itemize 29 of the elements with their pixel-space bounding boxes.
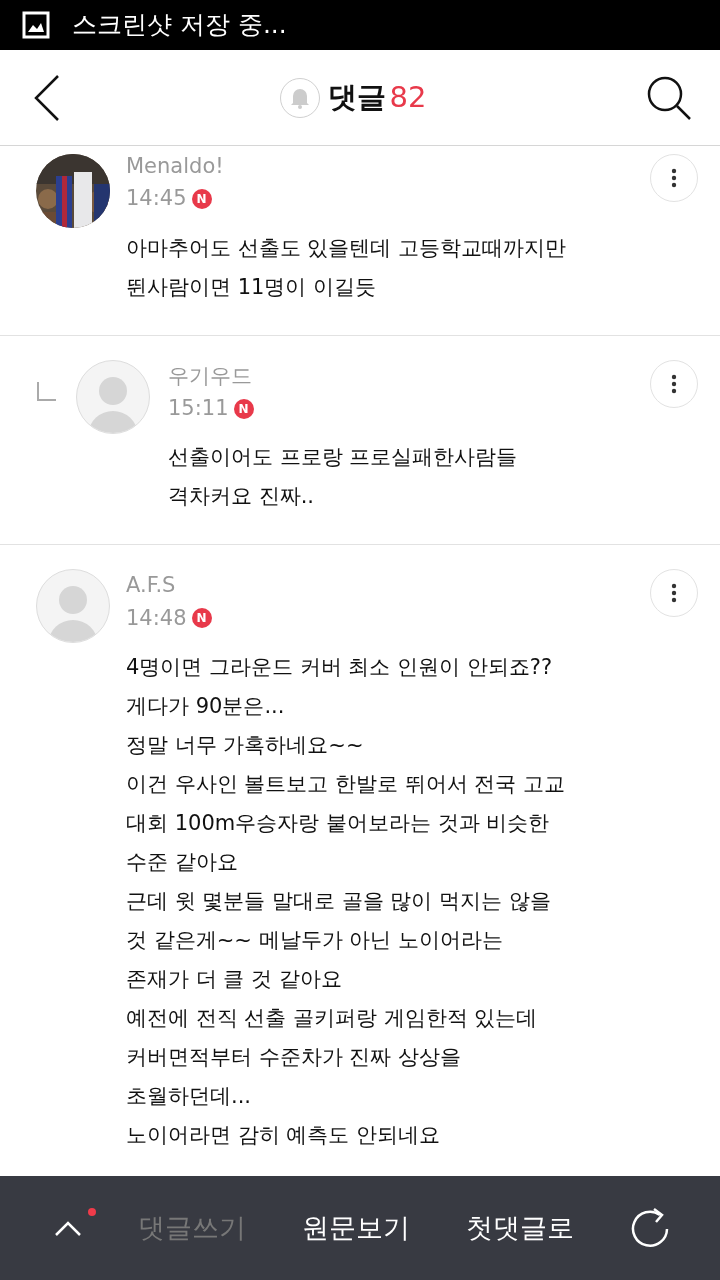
more-icon[interactable] (671, 373, 677, 394)
back-icon[interactable] (34, 73, 60, 122)
comment-text: 아마추어도 선출도 있을텐데 고등학교때까지만 뛴사람이면 11명이 이길듯 (126, 234, 568, 301)
reply-icon (36, 379, 58, 402)
user-name: A.F.S (126, 573, 177, 599)
more-button[interactable] (650, 359, 698, 408)
more-button[interactable] (650, 154, 698, 202)
notification-text: 스크린샷 저장 중... (72, 9, 287, 42)
comment-time: 14:45 (126, 185, 187, 213)
more-button[interactable] (650, 569, 698, 618)
new-badge: N (233, 398, 254, 419)
comment-time: 14:48 (126, 604, 187, 632)
comment-text: 4명이면 그라운드 커버 최소 인원이 안되죠?? 게다가 90분은... 정말 너무 가혹하네요~~ 이건 우사인 볼트보고 한발로 뛰어서 전국 고교 대회 100m우승자랑 붙어보라는 것과 비슷한 수준 같아요 근데 윗 몇분들 말대로 골을 많이 먹지는 않을 것 같은게~~ 메날두가 아닌 노이어라는 존재가 더 클 것 같아요 예전에 전직 선출 골키퍼랑 게임한적 있는데 커버면적부터 수준차가 진짜 상상을 초월하던데... 노이어라면 감히 예측도 안되네요 (126, 654, 567, 1150)
search-icon[interactable] (646, 74, 692, 121)
more-icon[interactable] (671, 583, 677, 604)
refresh-icon[interactable] (630, 1207, 670, 1249)
new-badge: N (191, 188, 212, 209)
scroll-up-icon[interactable] (54, 1220, 82, 1236)
new-badge: N (191, 608, 212, 629)
comment-text: 선출이어도 프로랑 프로실패한사람들 격차커요 진짜.. (168, 444, 519, 511)
more-icon[interactable] (671, 168, 677, 188)
toolbar-button[interactable]: 첫댓글로 (466, 1207, 574, 1249)
comment-count: 82 (389, 79, 427, 114)
user-name: 우기우드 (168, 363, 253, 389)
user-name: Menaldo! (126, 154, 225, 180)
comment-time: 15:11 (168, 394, 229, 422)
image-icon (22, 11, 50, 39)
toolbar-button[interactable]: 원문보기 (302, 1207, 410, 1249)
header-title: 댓글 (327, 79, 386, 114)
